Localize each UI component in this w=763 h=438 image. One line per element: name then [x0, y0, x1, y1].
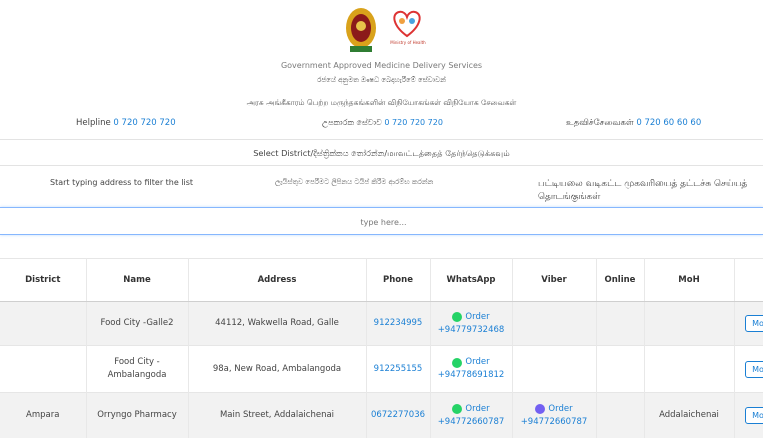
whatsapp-order-link[interactable]: Order +94772660787 [438, 403, 505, 429]
search-input[interactable] [0, 208, 763, 236]
helpline-english-number[interactable]: 0 720 720 720 [113, 118, 175, 128]
page-title-sinhala: රජයේ අනුමත ඖෂධ බෙදාහැරීමේ සේවාවන් [0, 76, 763, 85]
helpline-sinhala-label: උපකාරක සේවාව [322, 118, 382, 127]
cell-name: Food City -Galle2 [86, 302, 188, 346]
cell-moh [644, 302, 734, 346]
phone-link[interactable]: 912234995 [374, 318, 423, 328]
divider [0, 165, 763, 166]
helpline-english-label: Helpline [76, 118, 111, 128]
helpline-tamil-label: உதவிச்சேவைகள் [566, 118, 634, 128]
filter-instruction-english: Start typing address to filter the list [50, 178, 193, 187]
cell-name: Food City - Ambalangoda [86, 346, 188, 393]
page-title-tamil: அரசு அங்கீகாரம் பெற்ற மருந்தகங்களின் விந… [0, 98, 763, 108]
cell-moh [644, 346, 734, 393]
whatsapp-number: +94772660787 [438, 416, 505, 429]
phone-link[interactable]: 0672277036 [371, 410, 425, 420]
page-title: Government Approved Medicine Delivery Se… [0, 61, 763, 70]
viber-order-link[interactable]: Order +94772660787 [521, 403, 588, 429]
search-box [0, 207, 763, 235]
cell-district: Ampara [0, 393, 86, 438]
viber-number: +94772660787 [521, 416, 588, 429]
cell-district [0, 302, 86, 346]
whatsapp-number: +94779732468 [438, 324, 505, 337]
whatsapp-icon [452, 312, 462, 322]
table-row: Ampara Orryngo Pharmacy Main Street, Add… [0, 393, 763, 438]
more-button[interactable]: More [745, 315, 763, 332]
ministry-caption: Ministry of Health [384, 40, 432, 45]
viber-order-label: Order [548, 403, 572, 416]
whatsapp-icon [452, 358, 462, 368]
cell-address: 44112, Wakwella Road, Galle [188, 302, 366, 346]
column-header-whatsapp: WhatsApp [430, 259, 512, 302]
column-header-moh: MoH [644, 259, 734, 302]
whatsapp-icon [452, 404, 462, 414]
whatsapp-order-link[interactable]: Order +94779732468 [438, 311, 505, 337]
table-row: Food City -Galle2 44112, Wakwella Road, … [0, 302, 763, 346]
whatsapp-order-label: Order [465, 311, 489, 324]
helpline-tamil: உதவிச்சேவைகள் 0 720 60 60 60 [566, 118, 701, 129]
cell-district [0, 346, 86, 393]
column-header-actions [734, 259, 763, 302]
cell-viber [512, 302, 596, 346]
district-select[interactable]: Select District/දිස්ත්‍රික්කය තෝරන්න/மாவ… [0, 148, 763, 160]
filter-instruction-sinhala: ලැයිස්තුව පෙරීමට ලිපිනය ටයිප් කිරීම ආරම්… [275, 178, 433, 187]
pharmacy-table: District Name Address Phone WhatsApp Vib… [0, 258, 763, 438]
whatsapp-order-label: Order [465, 403, 489, 416]
column-header-phone: Phone [366, 259, 430, 302]
cell-address: 98a, New Road, Ambalangoda [188, 346, 366, 393]
helpline-sinhala-number[interactable]: 0 720 720 720 [384, 118, 443, 127]
helpline-tamil-number[interactable]: 0 720 60 60 60 [636, 118, 701, 128]
cell-online [596, 302, 644, 346]
table-row: Food City - Ambalangoda 98a, New Road, A… [0, 346, 763, 393]
whatsapp-order-label: Order [465, 356, 489, 369]
more-button[interactable]: More [745, 407, 763, 424]
header-logos: Ministry of Health [0, 6, 763, 54]
column-header-address: Address [188, 259, 366, 302]
column-header-name: Name [86, 259, 188, 302]
cell-online [596, 393, 644, 438]
phone-link[interactable]: 912255155 [374, 364, 423, 374]
whatsapp-order-link[interactable]: Order +94778691812 [438, 356, 505, 382]
table-header-row: District Name Address Phone WhatsApp Vib… [0, 259, 763, 302]
helpline-english: Helpline 0 720 720 720 [76, 118, 176, 128]
column-header-district: District [0, 259, 86, 302]
column-header-viber: Viber [512, 259, 596, 302]
more-button[interactable]: More [745, 361, 763, 378]
cell-viber [512, 346, 596, 393]
cell-moh: Addalaichenai [644, 393, 734, 438]
whatsapp-number: +94778691812 [438, 369, 505, 382]
sri-lanka-emblem-icon [344, 6, 378, 54]
viber-icon [535, 404, 545, 414]
ministry-of-health-logo-icon [385, 6, 429, 52]
column-header-online: Online [596, 259, 644, 302]
divider [0, 139, 763, 140]
cell-online [596, 346, 644, 393]
cell-address: Main Street, Addalaichenai [188, 393, 366, 438]
helpline-sinhala: උපකාරක සේවාව 0 720 720 720 [322, 118, 443, 128]
filter-instruction-tamil: பட்டியலை வடிகட்ட முகவரியைத் தட்டச்சு செய… [538, 178, 763, 204]
cell-name: Orryngo Pharmacy [86, 393, 188, 438]
